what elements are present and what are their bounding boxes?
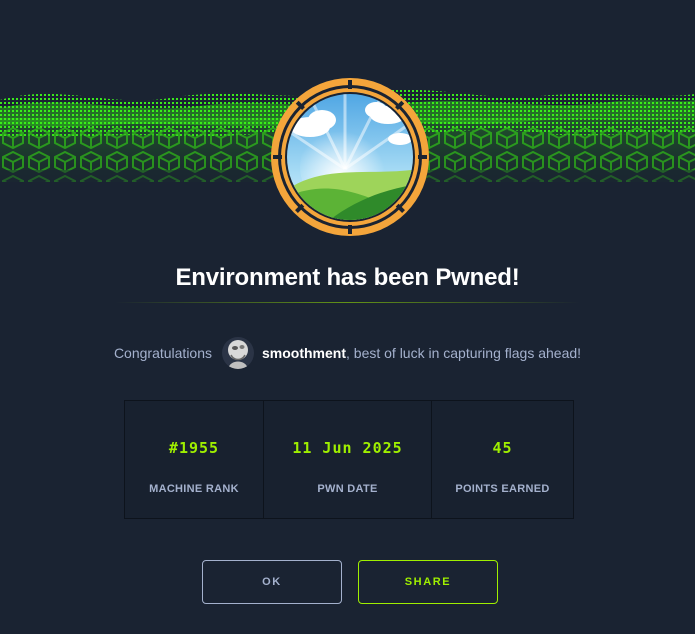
user-avatar-icon[interactable] <box>222 337 254 369</box>
stat-label: MACHINE RANK <box>149 483 239 495</box>
stat-value: 11 Jun 2025 <box>292 439 403 457</box>
stat-value: #1955 <box>168 439 220 457</box>
title-divider <box>115 302 580 303</box>
username-link[interactable]: smoothment <box>262 345 346 361</box>
congrats-prefix: Congratulations <box>113 345 212 361</box>
congratulations-message: Congratulations smoothment , best of luc… <box>0 337 695 369</box>
stat-label: PWN DATE <box>317 483 378 495</box>
stat-value: 45 <box>492 439 513 457</box>
page-title: Environment has been Pwned! <box>175 264 520 291</box>
stat-points-earned: 45 POINTS EARNED <box>432 401 573 518</box>
machine-badge-icon <box>270 77 430 237</box>
share-button[interactable]: SHARE <box>358 560 498 604</box>
stat-pwn-date: 11 Jun 2025 PWN DATE <box>264 401 432 518</box>
ok-button[interactable]: OK <box>202 560 342 604</box>
congrats-suffix: , best of luck in capturing flags ahead! <box>346 345 582 361</box>
stat-machine-rank: #1955 MACHINE RANK <box>125 401 264 518</box>
stat-label: POINTS EARNED <box>455 483 550 495</box>
pwn-stats-panel: #1955 MACHINE RANK 11 Jun 2025 PWN DATE … <box>124 400 574 519</box>
